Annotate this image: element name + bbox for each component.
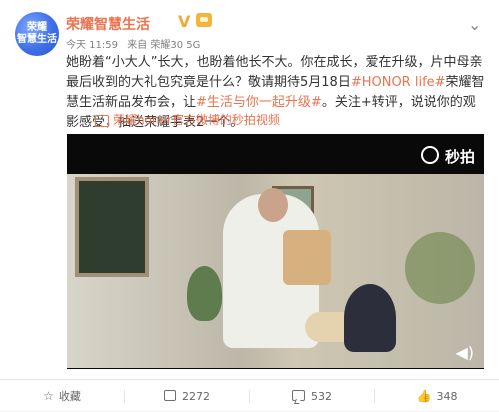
hashtag-honor-life[interactable]: #HONOR life# <box>351 75 446 90</box>
weibo-post-card: 荣耀 智慧生活 荣耀智慧生活 V ⌄ 今天 11:59 来自 荣耀30 5G 她盼… <box>0 0 499 411</box>
share-button[interactable]: 2272 <box>124 389 249 403</box>
star-icon: ☆ <box>43 389 54 403</box>
miaopai-logo-icon <box>420 146 439 164</box>
comment-count: 532 <box>311 389 332 403</box>
scene-paper-bag <box>283 230 331 285</box>
video-player[interactable]: 秒拍 ◀) <box>67 134 484 369</box>
post-source: 来自 荣耀30 5G <box>127 40 201 51</box>
video-link[interactable]: 荣耀honor官方微博的秒拍视频 <box>95 111 280 128</box>
chevron-down-icon[interactable]: ⌄ <box>468 15 481 34</box>
vip-badge-icon <box>196 13 212 27</box>
scene-child <box>344 284 396 352</box>
post-time: 今天 11:59 <box>66 40 118 51</box>
like-button[interactable]: 👍 348 <box>374 389 499 403</box>
video-logo-text: 秒拍 <box>444 148 475 166</box>
thumbs-up-icon: 👍 <box>416 389 432 403</box>
share-count: 2272 <box>182 389 210 403</box>
mute-icon[interactable]: ◀) <box>455 343 474 362</box>
hashtag-life-upgrade[interactable]: #生活与你一起升级# <box>196 95 322 110</box>
account-name[interactable]: 荣耀智慧生活 <box>66 14 150 34</box>
scene-window <box>75 177 149 277</box>
video-frame <box>67 174 484 368</box>
post-actions-bar: ☆ 收藏 2272 532 👍 348 <box>0 379 499 412</box>
video-icon <box>95 114 109 127</box>
like-count: 348 <box>436 390 458 403</box>
favorite-button[interactable]: ☆ 收藏 <box>0 388 124 404</box>
video-logo: 秒拍 <box>420 146 475 167</box>
avatar-text: 荣耀 智慧生活 <box>17 22 57 45</box>
comment-button[interactable]: 532 <box>249 389 374 403</box>
scene-plant-left <box>187 266 222 321</box>
video-link-label: 荣耀honor官方微博的秒拍视频 <box>113 113 280 127</box>
comment-icon <box>292 389 305 401</box>
favorite-label: 收藏 <box>58 390 81 403</box>
scene-plant-right <box>405 232 475 304</box>
share-icon <box>164 389 176 401</box>
avatar[interactable]: 荣耀 智慧生活 <box>15 12 59 56</box>
verified-icon: V <box>178 12 191 31</box>
post-meta: 今天 11:59 来自 荣耀30 5G <box>66 36 200 51</box>
